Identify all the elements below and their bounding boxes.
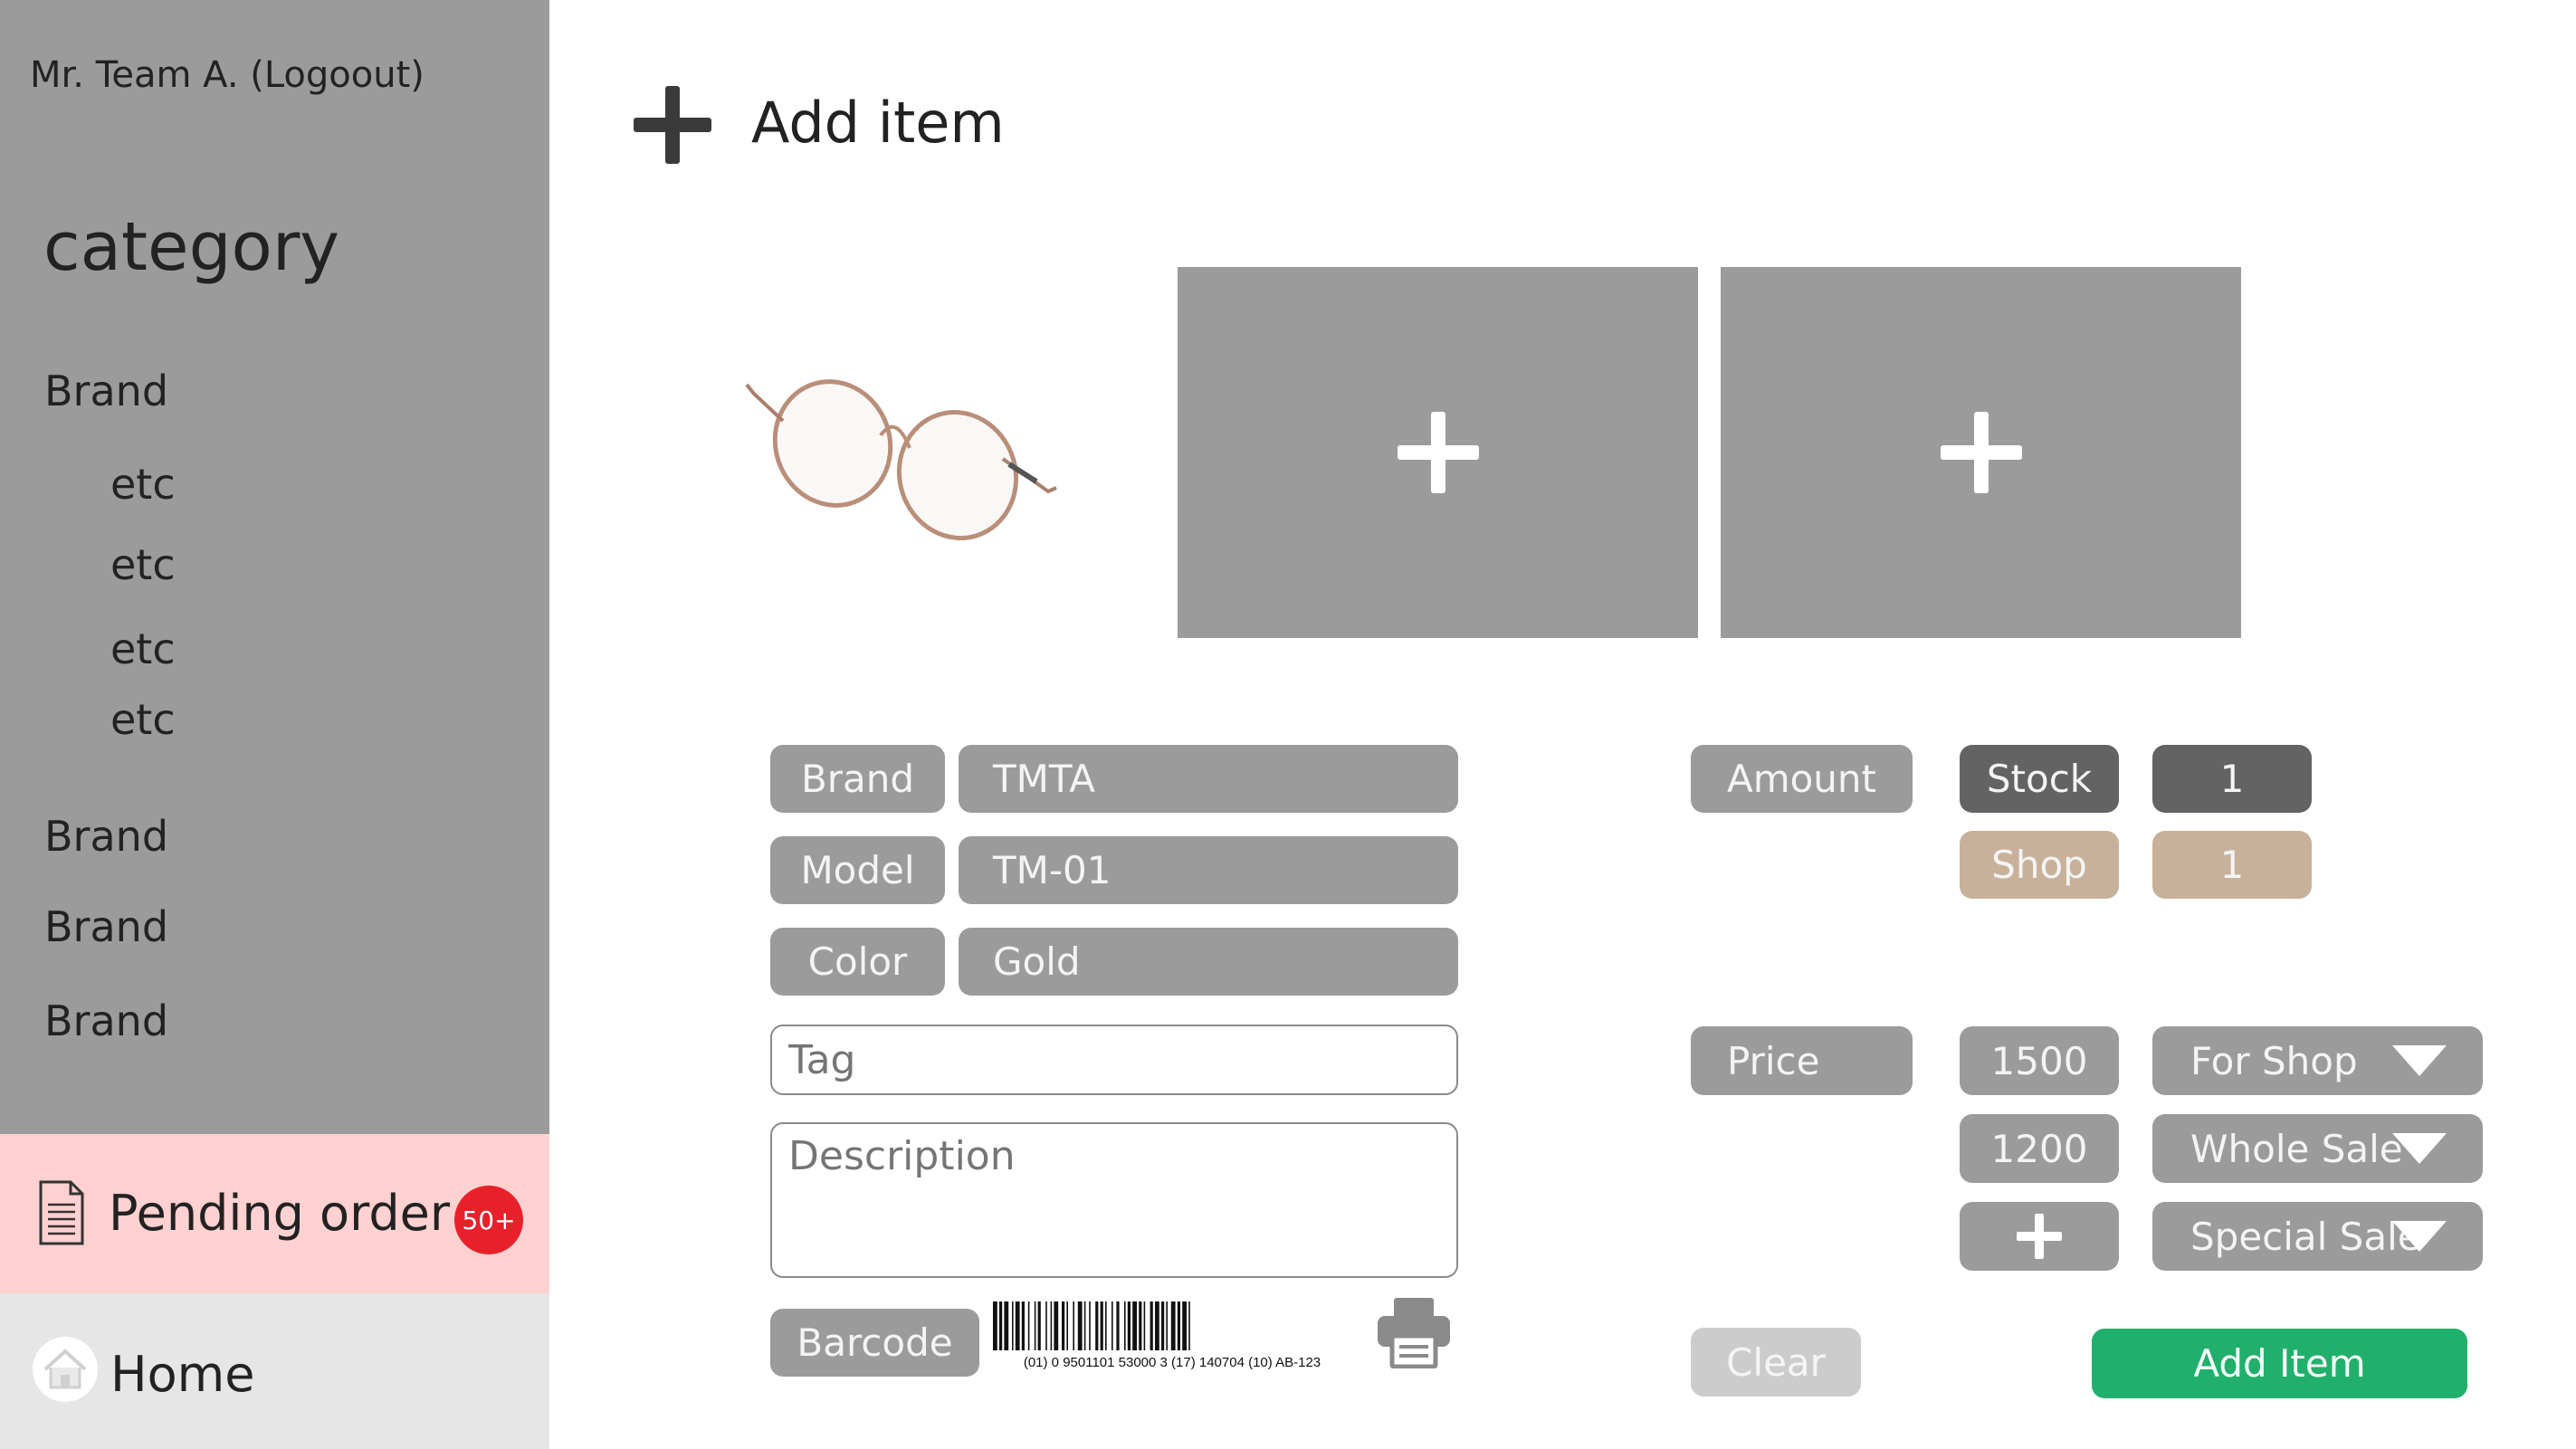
pending-count-badge: 50+ [454, 1186, 523, 1254]
sidebar-subitem-etc[interactable]: etc [110, 460, 176, 509]
sidebar-subitem-etc[interactable]: etc [110, 540, 176, 589]
pending-order-label: Pending order [109, 1185, 451, 1242]
add-image-slot[interactable] [1178, 267, 1698, 638]
barcode-label: Barcode [770, 1309, 979, 1377]
price-type-value: Special Sale [2190, 1214, 2421, 1259]
model-field[interactable]: TM-01 [959, 836, 1458, 904]
brand-field[interactable]: TMTA [959, 745, 1458, 813]
sidebar-subitem-etc[interactable]: etc [110, 695, 176, 744]
price-type-select[interactable]: Special Sale [2152, 1202, 2483, 1271]
add-item-button[interactable]: Add Item [2092, 1329, 2467, 1398]
sidebar: Mr. Team A. (Logoout) category Brand etc… [0, 0, 549, 1449]
sidebar-item-brand[interactable]: Brand [44, 812, 168, 861]
barcode-icon: (01) 0 9501101 53000 3 (17) 140704 (10) … [993, 1301, 1321, 1370]
brand-label: Brand [770, 745, 945, 813]
product-image-glasses [745, 379, 1057, 540]
price-type-value: Whole Sale [2190, 1126, 2403, 1171]
color-label: Color [770, 928, 945, 996]
document-icon [39, 1180, 84, 1245]
page-title: Add item [751, 90, 1005, 156]
add-price-button[interactable] [1960, 1202, 2119, 1271]
barcode-text: (01) 0 9501101 53000 3 (17) 140704 (10) … [1024, 1355, 1321, 1370]
chevron-down-icon [2392, 1045, 2447, 1076]
pending-order-button[interactable]: Pending order 50+ [0, 1134, 549, 1293]
price-label: Price [1691, 1026, 1913, 1095]
tag-input[interactable] [770, 1025, 1458, 1095]
price-field[interactable]: 1500 [1960, 1026, 2119, 1095]
price-field[interactable]: 1200 [1960, 1114, 2119, 1183]
stock-label: Stock [1960, 745, 2119, 813]
add-image-slot[interactable] [1721, 267, 2241, 638]
price-type-select[interactable]: For Shop [2152, 1026, 2483, 1095]
clear-button[interactable]: Clear [1691, 1328, 1861, 1397]
sidebar-item-brand[interactable]: Brand [44, 996, 168, 1045]
chevron-down-icon [2392, 1221, 2447, 1252]
price-type-value: For Shop [2190, 1038, 2358, 1083]
amount-label: Amount [1691, 745, 1913, 813]
sidebar-subitem-etc[interactable]: etc [110, 624, 176, 673]
price-type-select[interactable]: Whole Sale [2152, 1114, 2483, 1183]
home-icon [33, 1337, 98, 1402]
plus-icon [1940, 412, 2022, 493]
sidebar-item-brand[interactable]: Brand [44, 902, 168, 951]
plus-icon [634, 86, 711, 164]
color-field[interactable]: Gold [959, 928, 1458, 996]
sidebar-item-brand[interactable]: Brand [44, 367, 168, 415]
printer-icon[interactable] [1376, 1296, 1452, 1368]
description-input[interactable] [770, 1122, 1458, 1278]
chevron-down-icon [2392, 1133, 2447, 1164]
stock-amount-field[interactable]: 1 [2152, 745, 2312, 813]
user-logout-link[interactable]: Mr. Team A. (Logoout) [30, 54, 425, 96]
home-label: Home [110, 1346, 255, 1403]
category-title: category [43, 208, 340, 286]
shop-label: Shop [1960, 831, 2119, 899]
home-button[interactable]: Home [0, 1293, 549, 1449]
plus-icon [2017, 1214, 2062, 1259]
plus-icon [1397, 412, 1479, 493]
shop-amount-field[interactable]: 1 [2152, 831, 2312, 899]
model-label: Model [770, 836, 945, 904]
